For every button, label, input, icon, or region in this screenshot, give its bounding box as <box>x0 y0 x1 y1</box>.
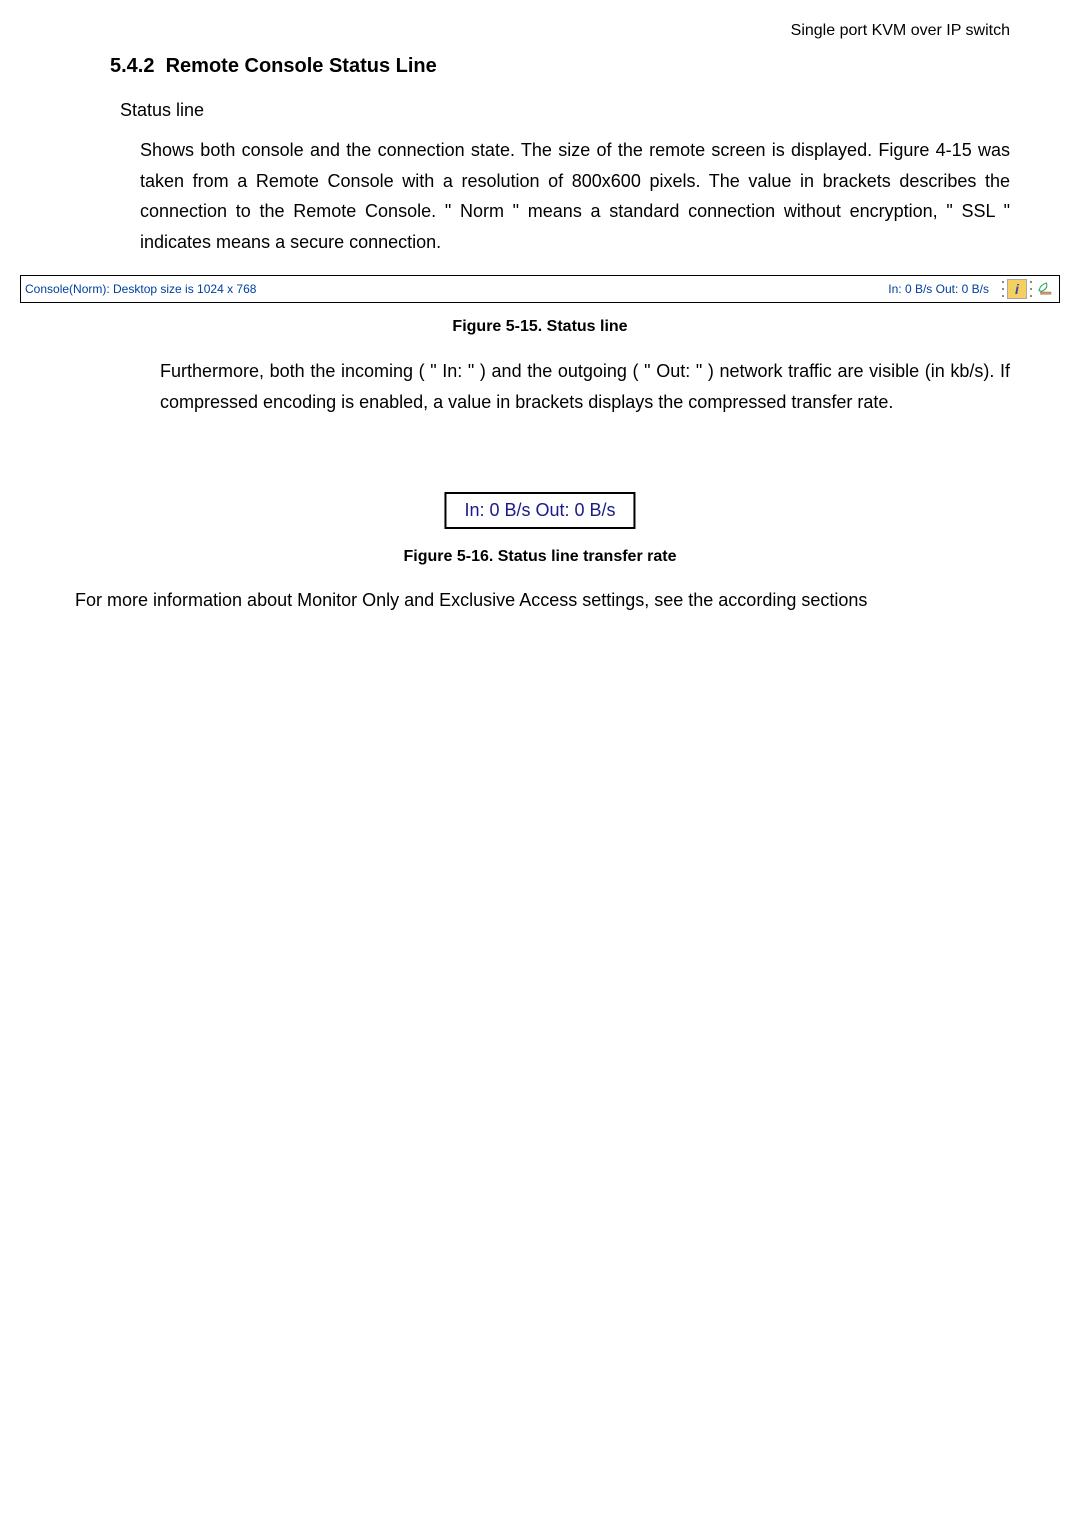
status-line-subheading: Status line <box>120 100 204 121</box>
traffic-text: In: 0 B/s Out: 0 B/s <box>888 282 989 296</box>
access-mode-icon <box>1035 279 1055 299</box>
body-paragraph-1: Shows both console and the connection st… <box>140 135 1010 257</box>
figure-caption-1: Figure 5-15. Status line <box>0 318 1080 336</box>
grip-dots-icon <box>1001 279 1005 299</box>
body-paragraph-2: Furthermore, both the incoming ( " In: "… <box>160 356 1010 417</box>
section-title: Remote Console Status Line <box>166 55 437 77</box>
status-bar-icons: i <box>1001 279 1055 299</box>
figure-caption-2: Figure 5-16. Status line transfer rate <box>0 548 1080 566</box>
section-heading: 5.4.2 Remote Console Status Line <box>110 55 437 78</box>
info-icon: i <box>1007 279 1027 299</box>
section-number: 5.4.2 <box>110 55 154 77</box>
status-bar-right-group: In: 0 B/s Out: 0 B/s i <box>888 279 1055 299</box>
grip-dots-icon <box>1029 279 1033 299</box>
body-paragraph-3: For more information about Monitor Only … <box>75 590 1010 611</box>
status-bar-figure: Console(Norm): Desktop size is 1024 x 76… <box>20 275 1060 303</box>
transfer-rate-figure: In: 0 B/s Out: 0 B/s <box>444 492 635 529</box>
page-header: Single port KVM over IP switch <box>791 22 1010 40</box>
console-status-text: Console(Norm): Desktop size is 1024 x 76… <box>25 282 256 296</box>
